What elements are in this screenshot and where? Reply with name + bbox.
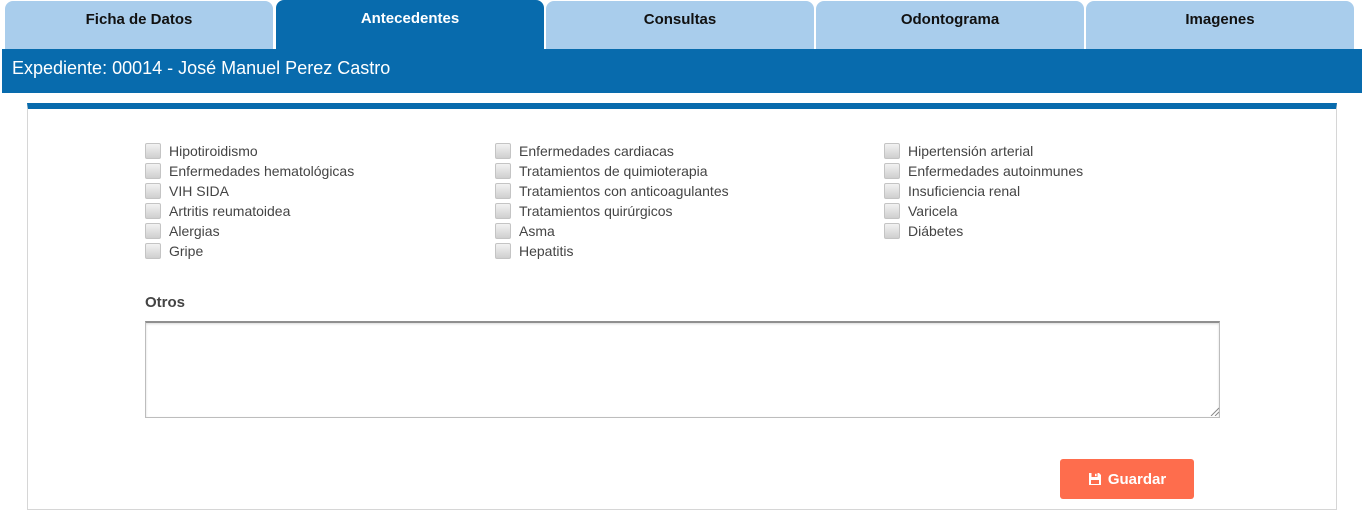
checkbox-box[interactable] bbox=[145, 163, 161, 179]
tab-odontograma[interactable]: Odontograma bbox=[816, 1, 1084, 49]
checkbox-hepatitis[interactable]: Hepatitis bbox=[495, 241, 729, 261]
resize-grip-icon[interactable] bbox=[1209, 406, 1219, 416]
checkbox-vih-sida[interactable]: VIH SIDA bbox=[145, 181, 354, 201]
checkbox-box[interactable] bbox=[145, 203, 161, 219]
checkbox-label: Enfermedades autoinmunes bbox=[908, 163, 1084, 179]
checkbox-varicela[interactable]: Varicela bbox=[884, 201, 1083, 221]
tab-ficha-de-datos[interactable]: Ficha de Datos bbox=[5, 1, 273, 49]
checkbox-asma[interactable]: Asma bbox=[495, 221, 729, 241]
otros-label: Otros bbox=[145, 294, 186, 311]
checkbox-box[interactable] bbox=[495, 143, 511, 159]
save-button-label: Guardar bbox=[1107, 470, 1167, 488]
checkbox-box[interactable] bbox=[495, 243, 511, 259]
tab-consultas[interactable]: Consultas bbox=[546, 1, 814, 49]
checkbox-diabetes[interactable]: Diábetes bbox=[884, 221, 1083, 241]
checkbox-box[interactable] bbox=[884, 203, 900, 219]
checkbox-tratamientos-anticoagulantes[interactable]: Tratamientos con anticoagulantes bbox=[495, 181, 729, 201]
checkbox-label: Tratamientos quirúrgicos bbox=[519, 203, 673, 219]
checkbox-tratamientos-quirurgicos[interactable]: Tratamientos quirúrgicos bbox=[495, 201, 729, 221]
floppy-disk-icon bbox=[1088, 473, 1101, 485]
conditions-column-3: Hipertensión arterial Enfermedades autoi… bbox=[884, 141, 1083, 241]
record-header: Expediente: 00014 - José Manuel Perez Ca… bbox=[2, 49, 1362, 93]
tab-imagenes[interactable]: Imagenes bbox=[1086, 1, 1354, 49]
checkbox-artritis-reumatoidea[interactable]: Artritis reumatoidea bbox=[145, 201, 354, 221]
checkbox-label: Gripe bbox=[169, 243, 204, 259]
checkbox-box[interactable] bbox=[495, 183, 511, 199]
checkbox-box[interactable] bbox=[145, 183, 161, 199]
checkbox-label: Enfermedades hematológicas bbox=[169, 163, 355, 179]
checkbox-label: Hipotiroidismo bbox=[169, 143, 258, 159]
checkbox-label: Asma bbox=[519, 223, 555, 239]
checkbox-label: Diábetes bbox=[908, 223, 964, 239]
checkbox-label: Artritis reumatoidea bbox=[169, 203, 291, 219]
checkbox-box[interactable] bbox=[495, 163, 511, 179]
checkbox-enfermedades-cardiacas[interactable]: Enfermedades cardiacas bbox=[495, 141, 729, 161]
checkbox-label: Hepatitis bbox=[519, 243, 574, 259]
checkbox-label: Tratamientos con anticoagulantes bbox=[519, 183, 729, 199]
conditions-column-1: Hipotiroidismo Enfermedades hematológica… bbox=[145, 141, 354, 261]
checkbox-enfermedades-hematologicas[interactable]: Enfermedades hematológicas bbox=[145, 161, 354, 181]
checkbox-hipotiroidismo[interactable]: Hipotiroidismo bbox=[145, 141, 354, 161]
checkbox-box[interactable] bbox=[145, 243, 161, 259]
checkbox-alergias[interactable]: Alergias bbox=[145, 221, 354, 241]
checkbox-insuficiencia-renal[interactable]: Insuficiencia renal bbox=[884, 181, 1083, 201]
checkbox-box[interactable] bbox=[884, 183, 900, 199]
checkbox-enfermedades-autoinmunes[interactable]: Enfermedades autoinmunes bbox=[884, 161, 1083, 181]
checkbox-label: Tratamientos de quimioterapia bbox=[519, 163, 708, 179]
checkbox-gripe[interactable]: Gripe bbox=[145, 241, 354, 261]
checkbox-label: Insuficiencia renal bbox=[908, 183, 1021, 199]
otros-textarea[interactable] bbox=[145, 321, 1220, 418]
checkbox-label: Varicela bbox=[908, 203, 958, 219]
conditions-column-2: Enfermedades cardiacas Tratamientos de q… bbox=[495, 141, 729, 261]
tab-bar: Ficha de Datos Antecedentes Consultas Od… bbox=[5, 0, 1360, 49]
checkbox-label: Enfermedades cardiacas bbox=[519, 143, 674, 159]
checkbox-tratamientos-quimioterapia[interactable]: Tratamientos de quimioterapia bbox=[495, 161, 729, 181]
checkbox-hipertension-arterial[interactable]: Hipertensión arterial bbox=[884, 141, 1083, 161]
checkbox-label: Hipertensión arterial bbox=[908, 143, 1034, 159]
save-button[interactable]: Guardar bbox=[1060, 459, 1194, 499]
checkbox-box[interactable] bbox=[145, 143, 161, 159]
checkbox-box[interactable] bbox=[884, 143, 900, 159]
checkbox-box[interactable] bbox=[884, 223, 900, 239]
checkbox-box[interactable] bbox=[884, 163, 900, 179]
tab-antecedentes[interactable]: Antecedentes bbox=[276, 0, 544, 49]
checkbox-box[interactable] bbox=[145, 223, 161, 239]
record-title: Expediente: 00014 - José Manuel Perez Ca… bbox=[12, 58, 391, 78]
checkbox-box[interactable] bbox=[495, 203, 511, 219]
checkbox-box[interactable] bbox=[495, 223, 511, 239]
checkbox-label: VIH SIDA bbox=[169, 183, 229, 199]
checkbox-label: Alergias bbox=[169, 223, 220, 239]
